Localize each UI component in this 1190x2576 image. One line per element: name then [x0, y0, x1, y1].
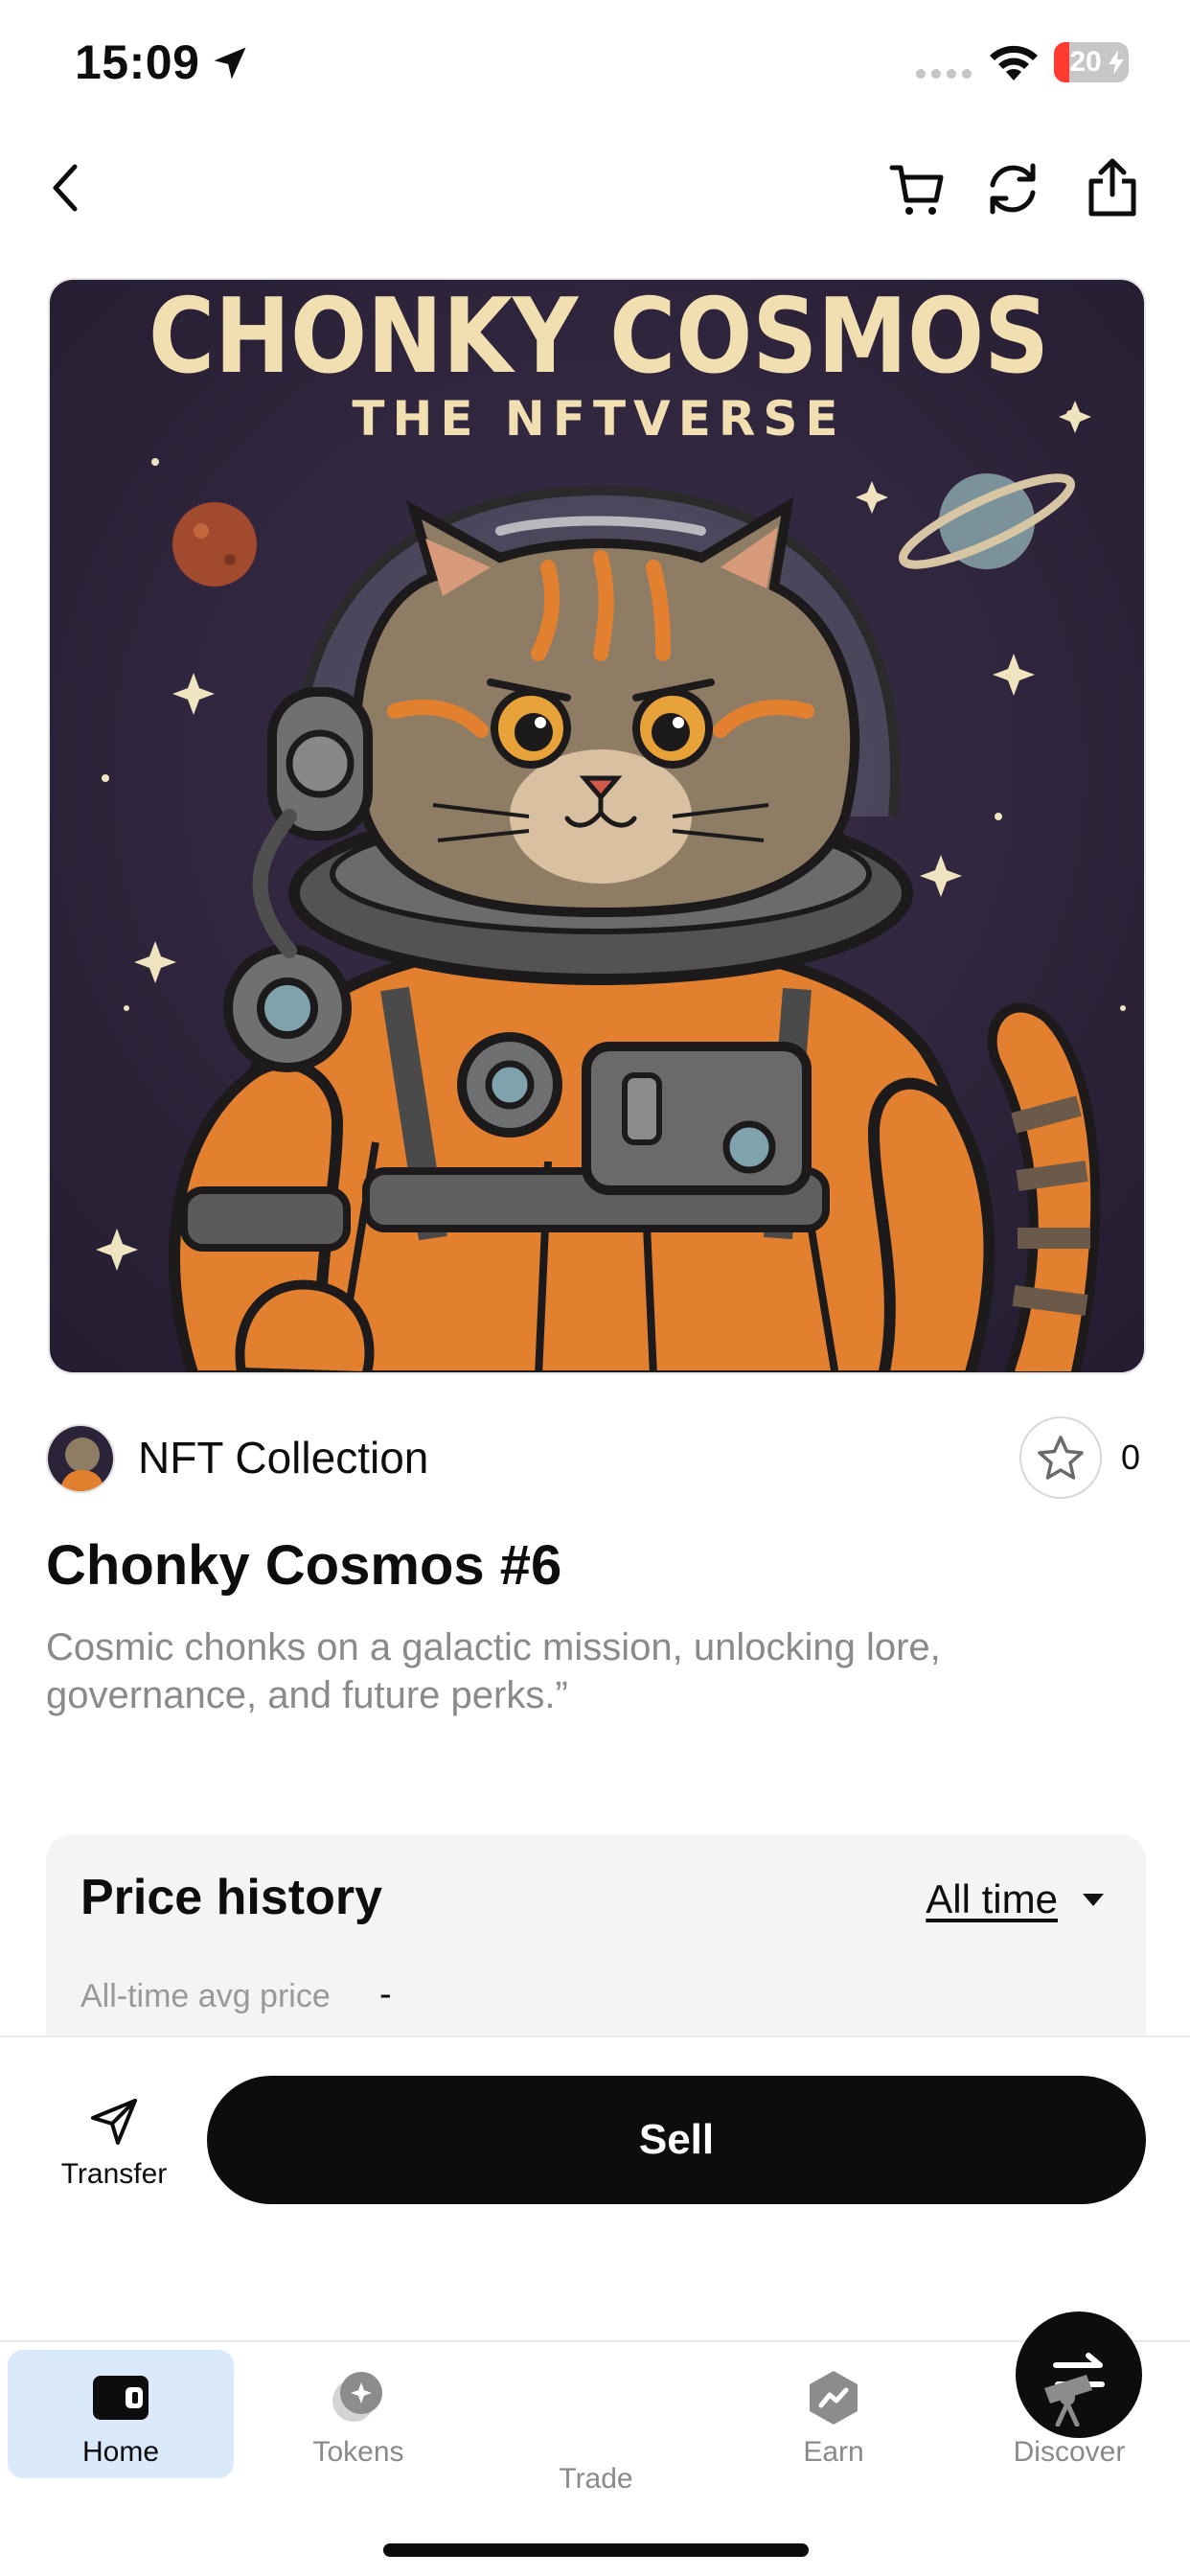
collection-avatar-image [48, 1426, 113, 1491]
action-bar: Transfer Sell [0, 2036, 1190, 2340]
tokens-icon [328, 2367, 389, 2428]
nft-image[interactable]: CHONKY COSMOS THE NFTVERSE [48, 278, 1146, 1374]
tab-bar: Home Tokens Trade Earn Discover [0, 2312, 1190, 2576]
telescope-icon [1039, 2367, 1100, 2428]
tab-earn[interactable]: Earn [721, 2350, 947, 2478]
earn-icon [803, 2367, 864, 2428]
time-range-label: All time [926, 1876, 1058, 1921]
tab-label: Tokens [312, 2436, 404, 2468]
tab-label: Trade [559, 2463, 633, 2495]
art-subtitle: THE NFTVERSE [352, 391, 845, 447]
price-history-card: Price history All time All-time avg pric… [46, 1834, 1146, 2045]
tab-label: Home [81, 2436, 160, 2468]
tab-tokens[interactable]: Tokens [245, 2350, 471, 2478]
tab-discover[interactable]: Discover [956, 2350, 1182, 2478]
tab-trade[interactable]: Trade [483, 2312, 1142, 2495]
cellular-dots-icon [916, 69, 972, 79]
sell-button[interactable]: Sell [207, 2076, 1146, 2204]
nft-title: Chonky Cosmos #6 [46, 1534, 562, 1597]
home-indicator [383, 2543, 809, 2557]
time-range-dropdown[interactable]: All time [926, 1876, 1104, 1922]
caret-down-icon [1083, 1893, 1104, 1906]
tab-label: Earn [803, 2436, 864, 2468]
status-time: 15:09 [75, 35, 200, 89]
nft-detail-screen: 15:09 20 CHONKY COSMOS THE NFTVERSE NFT … [0, 0, 1190, 2576]
refresh-button[interactable] [981, 157, 1044, 220]
transfer-button[interactable]: Transfer [54, 2095, 174, 2210]
collection-avatar[interactable] [46, 1424, 115, 1493]
transfer-label: Transfer [60, 2158, 168, 2190]
collection-label[interactable]: NFT Collection [138, 1432, 428, 1484]
red-planet [172, 502, 257, 586]
tab-label: Discover [1013, 2436, 1126, 2468]
status-bar: 15:09 20 [0, 0, 1190, 134]
avg-price-value: - [379, 1974, 392, 2014]
wallet-icon [90, 2367, 151, 2428]
cart-button[interactable] [885, 157, 949, 220]
nft-description: Cosmic chonks on a galactic mission, unl… [46, 1626, 941, 1716]
bolt-icon [1109, 50, 1124, 75]
price-history-title: Price history [80, 1870, 383, 1925]
star-icon [1038, 1436, 1084, 1480]
send-icon [91, 2099, 137, 2145]
back-button[interactable] [34, 157, 96, 218]
share-button[interactable] [1081, 153, 1144, 220]
battery-charging-icon: 20 [1054, 42, 1129, 82]
refresh-icon [990, 163, 1036, 215]
art-title: CHONKY COSMOS [149, 280, 1049, 397]
cart-icon [889, 165, 944, 215]
favorite-button[interactable] [1019, 1416, 1102, 1499]
wifi-icon [990, 45, 1038, 80]
share-icon [1088, 158, 1136, 217]
tab-home[interactable]: Home [8, 2350, 234, 2478]
avg-price-label: All-time avg price [80, 1978, 331, 2014]
chevron-left-icon [53, 164, 78, 212]
cat-astronaut-illustration: CHONKY COSMOS THE NFTVERSE [50, 280, 1144, 1372]
location-arrow-icon [214, 47, 246, 80]
favorite-count: 0 [1121, 1438, 1141, 1477]
